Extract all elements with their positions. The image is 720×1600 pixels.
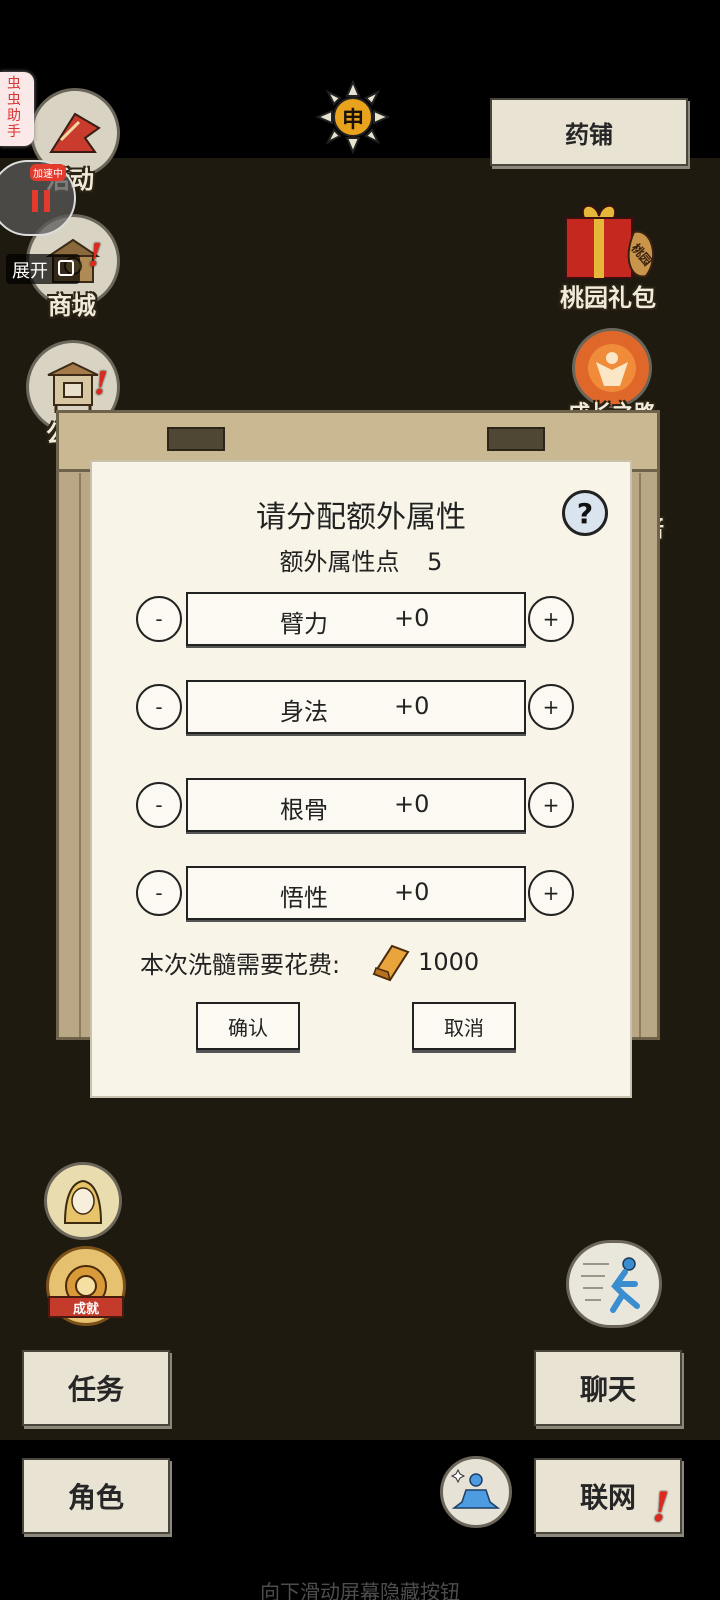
minus-icon: - bbox=[155, 607, 163, 631]
extra-points-label: 额外属性点 bbox=[279, 548, 400, 576]
flag-icon bbox=[49, 112, 101, 153]
task-button[interactable]: 任务 bbox=[22, 1350, 170, 1426]
wooden-vent-left bbox=[167, 427, 225, 451]
assistant-side-tab[interactable]: 虫虫助手 bbox=[0, 72, 34, 146]
plus-icon: + bbox=[542, 793, 560, 817]
achievement-label: 成就 bbox=[72, 1302, 99, 1317]
wooden-plank bbox=[79, 473, 81, 1037]
constitution-box: 根骨 +0 bbox=[186, 778, 526, 832]
avatar-icon bbox=[63, 1179, 103, 1224]
sprint-button[interactable] bbox=[566, 1240, 662, 1328]
assistant-tab-label: 虫虫助手 bbox=[7, 76, 21, 140]
speed-badge: 加速中 bbox=[30, 164, 66, 181]
chat-button[interactable]: 聊天 bbox=[534, 1350, 682, 1426]
chat-label: 聊天 bbox=[579, 1373, 636, 1406]
hide-buttons-hint: 向下滑动屏幕隐藏按钮 bbox=[260, 1580, 460, 1600]
agility-box: 身法 +0 bbox=[186, 680, 526, 734]
cost-row: 本次洗髓需要花费: 1000 bbox=[140, 942, 479, 982]
running-figure-icon bbox=[581, 1257, 640, 1313]
attribute-value: +0 bbox=[394, 878, 430, 906]
growth-figure-icon bbox=[588, 344, 636, 392]
character-label: 角色 bbox=[67, 1481, 124, 1514]
cancel-button[interactable]: 取消 bbox=[412, 1002, 516, 1050]
attribute-name: 身法 bbox=[280, 698, 328, 726]
task-label: 任务 bbox=[67, 1373, 124, 1406]
plus-icon: + bbox=[542, 607, 560, 631]
decrease-wisdom-button[interactable]: - bbox=[136, 870, 182, 916]
increase-agility-button[interactable]: + bbox=[528, 684, 574, 730]
expand-button[interactable]: 展开 bbox=[6, 254, 80, 284]
shop-alert-icon: ! bbox=[88, 236, 103, 274]
expand-label: 展开 bbox=[12, 261, 48, 282]
meditation-icon bbox=[450, 1468, 501, 1509]
increase-wisdom-button[interactable]: + bbox=[528, 870, 574, 916]
attribute-name: 臂力 bbox=[280, 610, 328, 638]
extra-points-value: 5 bbox=[427, 548, 443, 576]
wooden-plank bbox=[639, 473, 641, 1037]
attribute-row-strength: - 臂力 +0 + bbox=[136, 592, 584, 648]
help-button[interactable]: ? bbox=[562, 490, 608, 536]
attribute-value: +0 bbox=[394, 790, 430, 818]
minus-icon: - bbox=[155, 793, 163, 817]
increase-strength-button[interactable]: + bbox=[528, 596, 574, 642]
strength-box: 臂力 +0 bbox=[186, 592, 526, 646]
pause-icon-bar bbox=[44, 190, 50, 212]
hour-glyph: 申 bbox=[341, 108, 364, 133]
pause-icon bbox=[32, 190, 38, 212]
confirm-button[interactable]: 确认 bbox=[196, 1002, 300, 1050]
gift-pack-label: 桃园礼包 bbox=[560, 284, 656, 312]
achievement-ribbon: 成就 bbox=[48, 1296, 124, 1318]
gift-pack-button[interactable]: 桃园 bbox=[560, 198, 664, 282]
attribute-dialog: 请分配额外属性 ? 额外属性点 5 - 臂力 +0 + - 身法 +0 + - bbox=[90, 460, 632, 1098]
assistant-speed-widget[interactable]: 加速中 bbox=[0, 160, 76, 236]
attribute-name: 悟性 bbox=[280, 884, 328, 912]
cost-value: 1000 bbox=[418, 948, 480, 976]
pharmacy-button[interactable]: 药铺 bbox=[490, 98, 688, 166]
minus-icon: - bbox=[155, 881, 163, 905]
wisdom-box: 悟性 +0 bbox=[186, 866, 526, 920]
decrease-agility-button[interactable]: - bbox=[136, 684, 182, 730]
attribute-row-constitution: - 根骨 +0 + bbox=[136, 778, 584, 834]
shop-label: 商城 bbox=[48, 292, 96, 320]
network-alert-icon: ! bbox=[652, 1484, 670, 1531]
minus-icon: - bbox=[155, 695, 163, 719]
attribute-name: 根骨 bbox=[280, 796, 328, 824]
pharmacy-label: 药铺 bbox=[565, 120, 613, 149]
gold-bar-icon bbox=[372, 944, 410, 982]
cost-label: 本次洗髓需要花费: bbox=[140, 950, 341, 979]
increase-constitution-button[interactable]: + bbox=[528, 782, 574, 828]
expand-icon bbox=[58, 260, 74, 276]
extra-points-row: 额外属性点 5 bbox=[92, 542, 630, 577]
notice-alert-icon: ! bbox=[94, 364, 109, 402]
dialog-title: 请分配额外属性 bbox=[256, 500, 466, 535]
attribute-row-agility: - 身法 +0 + bbox=[136, 680, 584, 736]
hour-emblem[interactable]: 申 bbox=[315, 79, 391, 155]
help-icon: ? bbox=[576, 496, 594, 530]
confirm-label: 确认 bbox=[228, 1015, 268, 1040]
attribute-value: +0 bbox=[394, 692, 430, 720]
plus-icon: + bbox=[542, 881, 560, 905]
character-avatar[interactable] bbox=[44, 1162, 122, 1240]
plus-icon: + bbox=[542, 695, 560, 719]
game-screen: 申 药铺 活动 ! 商城 ! 公告 虫虫助手 bbox=[0, 0, 720, 1600]
wooden-vent-right bbox=[487, 427, 545, 451]
attribute-row-wisdom: - 悟性 +0 + bbox=[136, 866, 584, 922]
meditate-button[interactable] bbox=[440, 1456, 512, 1528]
character-button[interactable]: 角色 bbox=[22, 1458, 170, 1534]
cancel-label: 取消 bbox=[444, 1015, 484, 1040]
decrease-strength-button[interactable]: - bbox=[136, 596, 182, 642]
attribute-value: +0 bbox=[394, 604, 430, 632]
gift-box-icon bbox=[565, 204, 655, 279]
network-label: 联网 bbox=[579, 1481, 636, 1514]
decrease-constitution-button[interactable]: - bbox=[136, 782, 182, 828]
